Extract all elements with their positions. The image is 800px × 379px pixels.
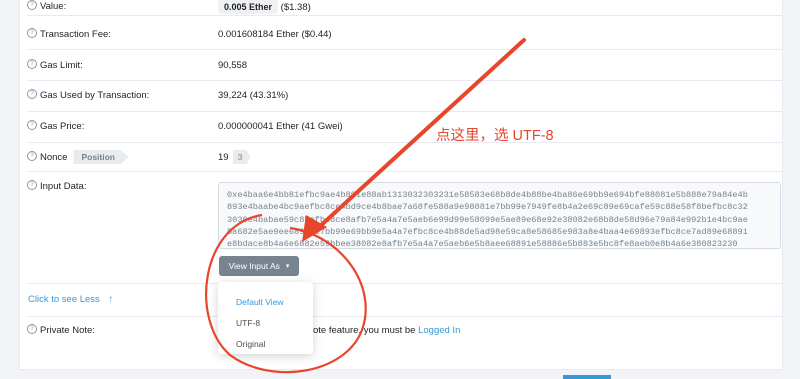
gas-used-value: 39,224 (43.31%) <box>218 90 289 101</box>
position-tag: Position <box>73 150 129 164</box>
logged-in-link[interactable]: Logged In <box>418 325 460 336</box>
arrow-up-icon: ↑ <box>108 294 114 305</box>
help-icon[interactable]: ? <box>27 28 37 39</box>
gas-limit-value: 90,558 <box>218 60 248 71</box>
fee-row: ? Transaction Fee: 0.001608184 Ether ($0.… <box>27 16 782 50</box>
caret-down-icon: ▾ <box>285 263 290 270</box>
input-data-line: 5a682e5ae9ee68993e7bb99e69bb9e5a4a7efbc8… <box>227 226 748 237</box>
annotation-text: 点这里，选 UTF-8 <box>436 128 554 144</box>
bottom-button-edge <box>563 375 611 379</box>
view-input-dropdown-menu: Default View UTF-8 Original <box>218 282 313 354</box>
nonce-row: ? Nonce Position 19 3 <box>27 143 782 172</box>
dropdown-item-utf8[interactable]: UTF-8 <box>236 318 260 328</box>
value-label: ? Value: <box>27 0 66 12</box>
value-usd: ($1.38) <box>280 2 311 13</box>
click-to-see-less-link[interactable]: Click to see Less ↑ <box>28 294 113 305</box>
gas-used-row: ? Gas Used by Transaction: 39,224 (43.31%… <box>27 81 782 112</box>
help-icon[interactable]: ? <box>27 180 37 191</box>
gas-limit-label: Gas Limit: <box>40 60 83 71</box>
gas-price-row: ? Gas Price: 0.000000041 Ether (41 Gwei) <box>27 112 782 143</box>
input-data-label: Input Data: <box>40 181 87 192</box>
help-icon[interactable]: ? <box>27 151 37 162</box>
dropdown-item-default-view[interactable]: Default View <box>236 297 284 307</box>
view-input-as-button[interactable]: View Input As ▾ <box>219 256 299 276</box>
nonce-label: Nonce <box>40 152 68 163</box>
input-data-line: 893e4baabe4bc9aefbc8ce4bd9ce4b8bae7a68fe… <box>227 202 748 213</box>
input-data-line: 3030e4babae59c8befbc8ce8afb7e5a4a7e5aeb6… <box>227 214 748 225</box>
view-input-as-label: View Input As <box>228 261 280 271</box>
private-note-label: Private Note: <box>40 325 95 336</box>
gas-used-label: Gas Used by Transaction: <box>40 90 150 101</box>
help-icon[interactable]: ? <box>27 59 37 70</box>
see-less-row: Click to see Less ↑ <box>27 284 782 317</box>
fee-value: 0.001608184 Ether ($0.44) <box>218 29 332 40</box>
help-icon[interactable]: ? <box>27 0 37 11</box>
position-value: 3 <box>232 150 251 164</box>
value-amount-badge: 0.005 Ether <box>218 0 279 14</box>
private-note-row: ? Private Note: ote feature, you must be … <box>27 317 782 344</box>
help-icon[interactable]: ? <box>27 120 37 131</box>
input-data-line: 0xe4baa6e4bb81efbc9ae4b891e88ab131303230… <box>227 190 748 200</box>
private-note-text: ote feature, you must be <box>313 325 416 336</box>
gas-price-label: Gas Price: <box>40 121 85 132</box>
input-data-line: e8bdace8b4a6e6882e59bbee38082e8afb7e5a4a… <box>227 239 738 249</box>
value-row: ? Value: 0.005 Ether ($1.38) <box>27 0 782 16</box>
gas-price-value: 0.000000041 Ether (41 Gwei) <box>218 121 343 132</box>
dropdown-item-original[interactable]: Original <box>236 339 265 349</box>
help-icon[interactable]: ? <box>27 89 37 100</box>
input-data-textarea[interactable]: 0xe4baa6e4bb81efbc9ae4b891e88ab131303230… <box>218 182 781 249</box>
transaction-details-card: ? Value: 0.005 Ether ($1.38) ? Transaction… <box>19 0 783 370</box>
fee-label: Transaction Fee: <box>40 29 111 40</box>
gas-limit-row: ? Gas Limit: 90,558 <box>27 50 782 81</box>
nonce-value: 19 <box>218 152 229 163</box>
help-icon[interactable]: ? <box>27 324 37 335</box>
